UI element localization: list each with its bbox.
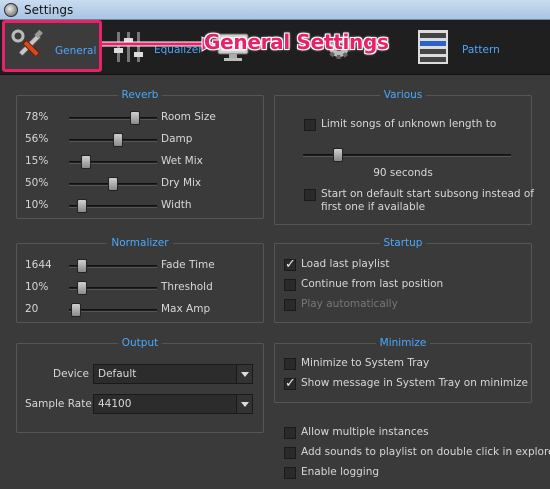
output-panel: Output Device Default Sample Rate 44100 [16, 337, 264, 433]
normalizer-panel: Normalizer 1644 Fade Time 10% Threshold 20 Ma… [16, 237, 264, 323]
annotation-arrow [102, 36, 215, 52]
enable-logging-box[interactable] [284, 467, 296, 479]
reverb-value-room-size: 78% [25, 111, 49, 123]
reverb-value-width: 10% [25, 199, 49, 211]
reverb-title: Reverb [117, 89, 163, 101]
minimize-to-system-tray-label: Minimize to System Tray [301, 357, 430, 369]
device-label: Device [53, 368, 89, 380]
limit-length-label: Limit songs of unknown length to [321, 118, 497, 130]
device-select[interactable]: Default [93, 364, 253, 384]
tools-icon [11, 29, 43, 57]
continue-from-last-position-label: Continue from last position [301, 278, 444, 290]
normalizer-label-max-amp: Max Amp [161, 303, 211, 315]
tab-general-label: General [55, 45, 97, 57]
reverb-slider-thumb-width[interactable] [76, 199, 87, 213]
annotation-label: General Settings [204, 30, 389, 54]
reverb-row-dry-mix: 50% Dry Mix [25, 176, 255, 192]
play-automatically-box [284, 299, 296, 311]
seconds-slider-thumb[interactable] [332, 148, 343, 162]
app-icon [4, 3, 18, 17]
show-message-in-system-tray-on-minimize-label: Show message in System Tray on minimize [301, 377, 529, 389]
tab-general[interactable]: General [2, 20, 102, 72]
normalizer-row-fade-time: 1644 Fade Time [25, 258, 255, 274]
reverb-value-wet-mix: 15% [25, 155, 49, 167]
normalizer-slider-thumb-max-amp[interactable] [70, 303, 81, 317]
chevron-down-icon[interactable] [236, 395, 252, 413]
reverb-slider-thumb-dry-mix[interactable] [108, 177, 118, 191]
load-last-playlist-box[interactable] [284, 257, 296, 272]
normalizer-label-threshold: Threshold [161, 281, 213, 293]
minimize-title: Minimize [375, 337, 431, 349]
show-message-in-system-tray-on-minimize-box[interactable] [284, 376, 296, 391]
add-sounds-to-playlist-on-double-click-in-explorer-box[interactable] [284, 447, 296, 459]
chevron-down-icon[interactable] [236, 365, 252, 383]
continue-from-last-position-box[interactable] [284, 279, 296, 291]
reverb-value-dry-mix: 50% [25, 177, 49, 189]
reverb-label-damp: Damp [161, 133, 193, 145]
normalizer-slider-thumb-fade-time[interactable] [76, 259, 87, 273]
load-last-playlist-label: Load last playlist [301, 258, 390, 270]
start-default-box[interactable] [304, 189, 316, 201]
various-title: Various [379, 89, 427, 101]
reverb-row-room-size: 78% Room Size [25, 110, 255, 126]
device-value: Default [98, 368, 137, 380]
reverb-slider-room-size[interactable] [69, 117, 157, 120]
limit-length-box[interactable] [304, 119, 316, 131]
enable-logging-label: Enable logging [301, 466, 380, 478]
normalizer-title: Normalizer [107, 237, 173, 249]
normalizer-row-threshold: 10% Threshold [25, 280, 255, 296]
seconds-text: 90 seconds [373, 167, 433, 179]
normalizer-slider-max-amp[interactable] [69, 309, 157, 312]
allow-multiple-instances-label: Allow multiple instances [301, 426, 429, 438]
minimize-to-system-tray-box[interactable] [284, 358, 296, 370]
minimize-panel: Minimize Minimize to System Tray Show mes… [274, 337, 532, 403]
normalizer-value-fade-time: 1644 [25, 259, 52, 271]
allow-multiple-instances-box[interactable] [284, 427, 296, 439]
reverb-row-width: 10% Width [25, 198, 255, 214]
various-panel: Various Limit songs of unknown length to… [274, 89, 534, 225]
startup-panel: Startup Load last playlist Continue from … [274, 237, 532, 323]
sample-rate-select[interactable]: 44100 [93, 394, 253, 414]
start-default-label-2: first one if available [321, 201, 426, 213]
normalizer-slider-thumb-threshold[interactable] [76, 281, 87, 295]
reverb-label-room-size: Room Size [161, 111, 216, 123]
reverb-slider-thumb-room-size[interactable] [129, 111, 140, 125]
reverb-row-wet-mix: 15% Wet Mix [25, 154, 255, 170]
normalizer-value-max-amp: 20 [25, 303, 39, 315]
sample-rate-value: 44100 [98, 398, 132, 410]
normalizer-row-max-amp: 20 Max Amp [25, 302, 255, 318]
startup-title: Startup [379, 237, 427, 249]
reverb-slider-thumb-damp[interactable] [112, 133, 123, 147]
reverb-row-damp: 56% Damp [25, 132, 255, 148]
window-title: Settings [24, 3, 74, 17]
reverb-label-wet-mix: Wet Mix [161, 155, 203, 167]
output-title: Output [117, 337, 163, 349]
play-automatically-label: Play automatically [301, 298, 398, 310]
tab-pattern[interactable]: Pattern [412, 22, 512, 73]
seconds-slider[interactable] [303, 147, 513, 163]
add-sounds-to-playlist-on-double-click-in-explorer-label: Add sounds to playlist on double click i… [301, 446, 550, 458]
reverb-slider-thumb-wet-mix[interactable] [80, 155, 91, 169]
reverb-label-width: Width [161, 199, 192, 211]
normalizer-value-threshold: 10% [25, 281, 49, 293]
reverb-panel: Reverb 78% Room Size 56% Damp 15% Wet Mix 50% D… [16, 89, 264, 219]
title-bar: Settings [0, 0, 550, 20]
reverb-value-damp: 56% [25, 133, 49, 145]
start-default-label-1: Start on default start subsong instead o… [321, 188, 534, 200]
tab-pattern-label: Pattern [462, 44, 500, 56]
reverb-label-dry-mix: Dry Mix [161, 177, 202, 189]
pattern-icon [418, 30, 448, 64]
normalizer-label-fade-time: Fade Time [161, 259, 215, 271]
sample-rate-label: Sample Rate [25, 398, 92, 410]
